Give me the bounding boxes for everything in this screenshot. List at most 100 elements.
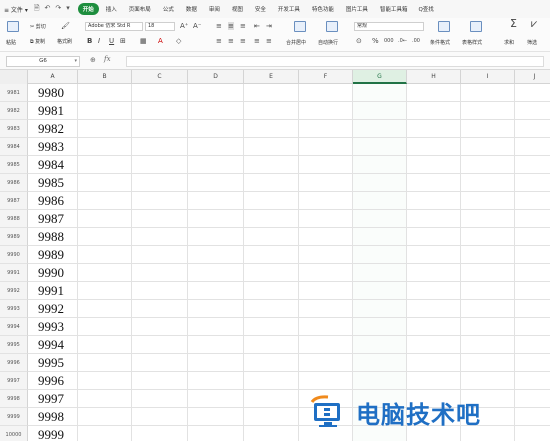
cell-i[interactable] [461,354,515,372]
row-header[interactable]: 9984 [0,138,28,156]
underline-icon[interactable]: U [109,37,114,45]
cell-e[interactable] [244,102,299,120]
column-header-i[interactable]: I [461,70,515,84]
cell-a[interactable]: 9982 [28,120,78,138]
cell-i[interactable] [461,318,515,336]
cell-j[interactable] [515,372,550,390]
cell-c[interactable] [132,120,188,138]
tab-11[interactable]: 智能工具箱 [375,3,413,15]
cell-h[interactable] [407,300,461,318]
cell-g[interactable] [353,138,407,156]
cell-c[interactable] [132,282,188,300]
copy-button[interactable]: ⧉ 复制 [30,38,45,45]
cell-j[interactable] [515,174,550,192]
currency-icon[interactable]: ⊙ [356,37,362,45]
cell-b[interactable] [78,246,132,264]
cell-h[interactable] [407,102,461,120]
cell-d[interactable] [188,282,244,300]
cell-h[interactable] [407,282,461,300]
cell-d[interactable] [188,390,244,408]
cell-h[interactable] [407,156,461,174]
row-header[interactable]: 9987 [0,192,28,210]
font-size-select[interactable]: 18 [145,22,175,31]
cell-d[interactable] [188,120,244,138]
cell-j[interactable] [515,282,550,300]
increase-decimal-icon[interactable]: .0← [398,37,407,45]
cell-g[interactable] [353,246,407,264]
cell-f[interactable] [299,336,353,354]
tab-7[interactable]: 安全 [250,3,271,15]
cell-d[interactable] [188,408,244,426]
tab-10[interactable]: 图片工具 [341,3,373,15]
cell-f[interactable] [299,120,353,138]
align-right-icon[interactable]: ≡ [240,37,246,45]
italic-icon[interactable]: I [98,37,100,45]
cell-g[interactable] [353,336,407,354]
cell-f[interactable] [299,318,353,336]
cell-a[interactable]: 9993 [28,318,78,336]
cell-g[interactable] [353,318,407,336]
undo-icon[interactable]: ↶ [45,4,51,15]
font-shrink-icon[interactable]: A⁻ [193,22,201,30]
cell-b[interactable] [78,390,132,408]
filter-button[interactable]: 筛选 [527,39,537,46]
save-icon[interactable]: 🗎 [34,4,40,15]
conditional-format-button[interactable]: 条件格式 [430,39,450,46]
row-header[interactable]: 9997 [0,372,28,390]
cell-e[interactable] [244,354,299,372]
cell-h[interactable] [407,192,461,210]
cell-h[interactable] [407,246,461,264]
cell-j[interactable] [515,300,550,318]
cell-g[interactable] [353,372,407,390]
cell-i[interactable] [461,84,515,102]
cell-e[interactable] [244,228,299,246]
cell-f[interactable] [299,192,353,210]
column-header-e[interactable]: E [244,70,299,84]
cell-a[interactable]: 9984 [28,156,78,174]
cell-h[interactable] [407,228,461,246]
filter-icon[interactable]: ⩗ [531,18,537,29]
row-header[interactable]: 9999 [0,408,28,426]
cell-g[interactable] [353,354,407,372]
cell-d[interactable] [188,84,244,102]
decrease-decimal-icon[interactable]: .00 [412,37,420,45]
cell-i[interactable] [461,138,515,156]
cell-b[interactable] [78,84,132,102]
cell-b[interactable] [78,264,132,282]
cell-b[interactable] [78,156,132,174]
cell-b[interactable] [78,354,132,372]
cell-b[interactable] [78,102,132,120]
fill-color-icon[interactable]: ▦ [140,37,147,45]
cell-c[interactable] [132,426,188,441]
cell-h[interactable] [407,264,461,282]
cell-b[interactable] [78,210,132,228]
row-header[interactable]: 10000 [0,426,28,441]
cell-j[interactable] [515,318,550,336]
cell-g[interactable] [353,84,407,102]
indent-decrease-icon[interactable]: ⇤ [254,22,260,30]
cell-c[interactable] [132,336,188,354]
cell-e[interactable] [244,264,299,282]
row-header[interactable]: 9988 [0,210,28,228]
cell-a[interactable]: 9994 [28,336,78,354]
tab-6[interactable]: 视图 [227,3,248,15]
tab-5[interactable]: 审阅 [204,3,225,15]
cell-g[interactable] [353,120,407,138]
cell-d[interactable] [188,210,244,228]
number-format-select[interactable]: 常规 [354,22,424,31]
cell-d[interactable] [188,318,244,336]
cell-b[interactable] [78,120,132,138]
row-header[interactable]: 9989 [0,228,28,246]
cell-i[interactable] [461,264,515,282]
distribute-icon[interactable]: ≡ [266,37,272,45]
cell-a[interactable]: 9995 [28,354,78,372]
cell-i[interactable] [461,192,515,210]
cell-b[interactable] [78,336,132,354]
tab-8[interactable]: 开发工具 [273,3,305,15]
cell-i[interactable] [461,300,515,318]
align-center-icon[interactable]: ≡ [228,37,234,45]
cell-f[interactable] [299,138,353,156]
cell-f[interactable] [299,264,353,282]
cell-c[interactable] [132,300,188,318]
cell-f[interactable] [299,282,353,300]
